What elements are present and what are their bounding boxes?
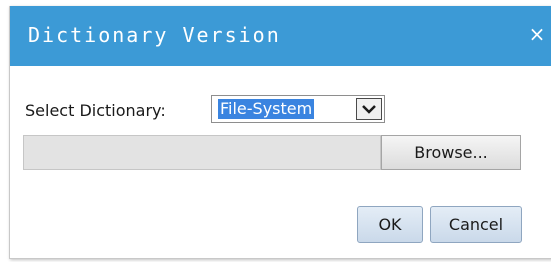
file-path-field[interactable] xyxy=(23,135,381,170)
cancel-button[interactable]: Cancel xyxy=(430,206,522,243)
chevron-down-icon[interactable] xyxy=(356,98,382,120)
select-dictionary-label: Select Dictionary: xyxy=(25,101,166,120)
dialog-titlebar: Dictionary Version × xyxy=(10,6,551,66)
browse-button[interactable]: Browse... xyxy=(381,135,521,170)
dictionary-select[interactable]: File-System xyxy=(211,95,385,123)
close-icon[interactable]: × xyxy=(528,22,546,46)
ok-button[interactable]: OK xyxy=(357,206,423,243)
dialog-title: Dictionary Version xyxy=(28,23,281,47)
dictionary-select-value: File-System xyxy=(218,99,315,119)
